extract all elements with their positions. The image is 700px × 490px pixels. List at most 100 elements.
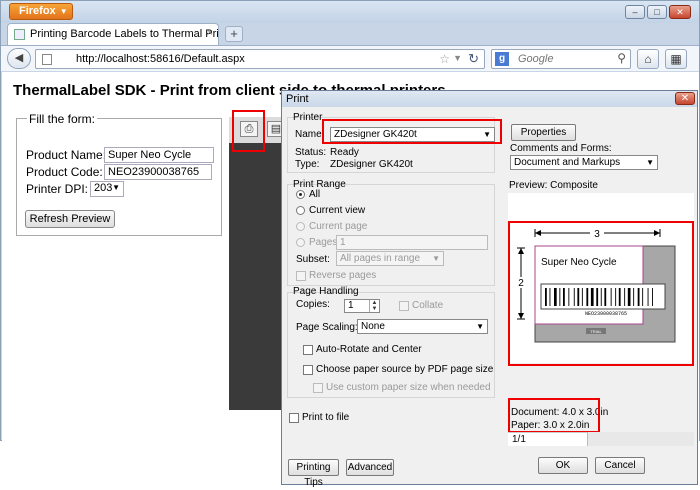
reverse-pages-checkbox[interactable] bbox=[296, 271, 306, 281]
preview-area: 3 2 Super Neo Cycle NEO23900038765 TRIAL bbox=[508, 193, 694, 363]
copies-value: 1 bbox=[348, 300, 354, 311]
barcode-bar bbox=[618, 288, 621, 306]
print-dialog: Print ✕ Printer Name: ZDesigner GK420t ▼ … bbox=[281, 90, 698, 488]
minimize-button[interactable]: – bbox=[625, 5, 645, 19]
pdf-viewer: ⎙ ▤ bbox=[229, 117, 289, 410]
comments-forms-label: Comments and Forms: bbox=[510, 143, 612, 154]
comments-forms-value: Document and Markups bbox=[514, 157, 621, 168]
search-icon[interactable]: ⚲ bbox=[617, 51, 626, 65]
range-current-view-radio[interactable] bbox=[296, 206, 305, 215]
preview-label: Preview: Composite bbox=[509, 180, 598, 191]
browser-tab[interactable]: Printing Barcode Labels to Thermal Print… bbox=[7, 23, 219, 45]
google-search-engine-icon[interactable]: g bbox=[495, 52, 509, 66]
back-button[interactable]: ◀ bbox=[7, 48, 31, 69]
back-arrow-icon: ◀ bbox=[14, 52, 24, 64]
page-scaling-value: None bbox=[361, 321, 385, 332]
chevron-down-icon: ▼ bbox=[59, 7, 68, 16]
maximize-button[interactable]: □ bbox=[647, 5, 667, 19]
barcode-bar bbox=[563, 288, 565, 306]
barcode-bar bbox=[637, 288, 640, 306]
browser-titlebar: Firefox ▼ – □ ✕ bbox=[1, 1, 699, 23]
ok-button[interactable]: OK bbox=[538, 457, 588, 474]
barcode-bar bbox=[577, 288, 580, 306]
barcode-text: NEO23900038765 bbox=[585, 311, 627, 317]
barcode-bar bbox=[559, 288, 561, 306]
firefox-menu-label: Firefox bbox=[19, 5, 56, 17]
page-scaling-select[interactable]: None ▼ bbox=[357, 319, 488, 334]
url-text: http://localhost:58616/Default.aspx bbox=[76, 53, 245, 65]
url-bar[interactable]: http://localhost:58616/Default.aspx ☆ ▼ … bbox=[35, 49, 485, 69]
chevron-down-icon: ▼ bbox=[476, 322, 484, 331]
barcode-bar bbox=[624, 288, 626, 306]
barcode-bar bbox=[652, 288, 653, 306]
range-current-page-label: Current page bbox=[309, 221, 368, 232]
tab-bar: Printing Barcode Labels to Thermal Print… bbox=[1, 23, 699, 45]
barcode-bar bbox=[590, 288, 594, 306]
printer-dpi-label: Printer DPI: bbox=[26, 182, 89, 196]
url-dropdown-icon[interactable]: ▼ bbox=[453, 53, 462, 63]
firefox-menu-button[interactable]: Firefox ▼ bbox=[9, 3, 73, 20]
print-dialog-close-button[interactable]: ✕ bbox=[675, 92, 695, 105]
choose-paper-checkbox[interactable] bbox=[303, 365, 313, 375]
new-tab-button[interactable]: + bbox=[225, 26, 243, 42]
status-label: Status: bbox=[295, 147, 327, 158]
printer-dpi-select[interactable]: 203 ▼ bbox=[90, 181, 124, 197]
range-pages-radio[interactable] bbox=[296, 238, 305, 247]
reverse-pages-label: Reverse pages bbox=[309, 270, 377, 281]
barcode-bar bbox=[610, 288, 612, 306]
printer-group-label: Printer bbox=[293, 112, 323, 123]
subset-value: All pages in range bbox=[340, 253, 421, 264]
properties-button[interactable]: Properties bbox=[511, 124, 576, 141]
bookmark-star-icon[interactable]: ☆ bbox=[439, 52, 450, 66]
close-window-button[interactable]: ✕ bbox=[669, 5, 691, 19]
product-code-input[interactable] bbox=[104, 164, 212, 180]
type-label: Type: bbox=[295, 159, 320, 170]
page-slider[interactable] bbox=[587, 432, 694, 446]
reload-icon[interactable]: ↻ bbox=[468, 51, 479, 67]
barcode-bar bbox=[573, 288, 575, 306]
chevron-down-icon: ▼ bbox=[112, 183, 120, 192]
print-icon[interactable]: ⎙ bbox=[240, 121, 258, 137]
custom-paper-checkbox[interactable] bbox=[313, 383, 323, 393]
comments-forms-select[interactable]: Document and Markups ▼ bbox=[510, 155, 658, 170]
print-to-file-checkbox[interactable] bbox=[289, 413, 299, 423]
barcode-bar bbox=[615, 288, 617, 306]
collate-checkbox[interactable] bbox=[399, 301, 409, 311]
subset-select[interactable]: All pages in range ▼ bbox=[336, 251, 444, 266]
auto-rotate-label: Auto-Rotate and Center bbox=[316, 344, 422, 355]
choose-paper-label: Choose paper source by PDF page size bbox=[316, 364, 494, 375]
product-name-input[interactable] bbox=[104, 147, 214, 163]
barcode-bar bbox=[586, 288, 589, 306]
printing-tips-button[interactable]: Printing Tips bbox=[288, 459, 339, 488]
paper-size-label: Paper: 3.0 x 2.0in bbox=[511, 420, 590, 431]
barcode-bar bbox=[642, 288, 644, 306]
fill-form-fieldset: Fill the form: Product Name: Product Cod… bbox=[16, 112, 222, 236]
barcode-bar bbox=[568, 288, 570, 306]
page-scaling-label: Page Scaling: bbox=[296, 322, 358, 333]
home-icon: ⌂ bbox=[644, 52, 652, 66]
copies-stepper[interactable]: 1 ▲ ▼ bbox=[344, 299, 380, 313]
bookmarks-button[interactable]: ▦ bbox=[665, 49, 687, 69]
pages-input[interactable]: 1 bbox=[336, 235, 488, 250]
search-bar[interactable]: g ⚲ bbox=[491, 49, 631, 69]
custom-paper-label: Use custom paper size when needed bbox=[326, 382, 491, 393]
home-button[interactable]: ⌂ bbox=[637, 49, 659, 69]
stepper-arrows-icon[interactable]: ▲ ▼ bbox=[369, 300, 379, 312]
barcode-bar bbox=[633, 288, 635, 306]
bookmarks-icon: ▦ bbox=[670, 52, 682, 66]
search-input[interactable] bbox=[518, 51, 608, 67]
advanced-button[interactable]: Advanced bbox=[346, 459, 394, 476]
refresh-preview-button[interactable]: Refresh Preview bbox=[25, 210, 115, 228]
cancel-button[interactable]: Cancel bbox=[595, 457, 645, 474]
product-name-label: Product Name: bbox=[26, 148, 107, 162]
close-tab-icon[interactable]: × bbox=[207, 27, 213, 39]
chevron-down-icon: ▼ bbox=[483, 130, 491, 139]
print-dialog-title: Print bbox=[282, 91, 697, 107]
label-preview-svg: 3 2 Super Neo Cycle NEO23900038765 TRIAL bbox=[515, 227, 676, 343]
product-code-label: Product Code: bbox=[26, 165, 103, 179]
auto-rotate-checkbox[interactable] bbox=[303, 345, 313, 355]
range-all-radio[interactable] bbox=[296, 190, 305, 199]
range-pages-label: Pages bbox=[309, 237, 338, 248]
printer-name-select[interactable]: ZDesigner GK420t ▼ bbox=[330, 127, 495, 142]
range-current-page-radio[interactable] bbox=[296, 222, 305, 231]
